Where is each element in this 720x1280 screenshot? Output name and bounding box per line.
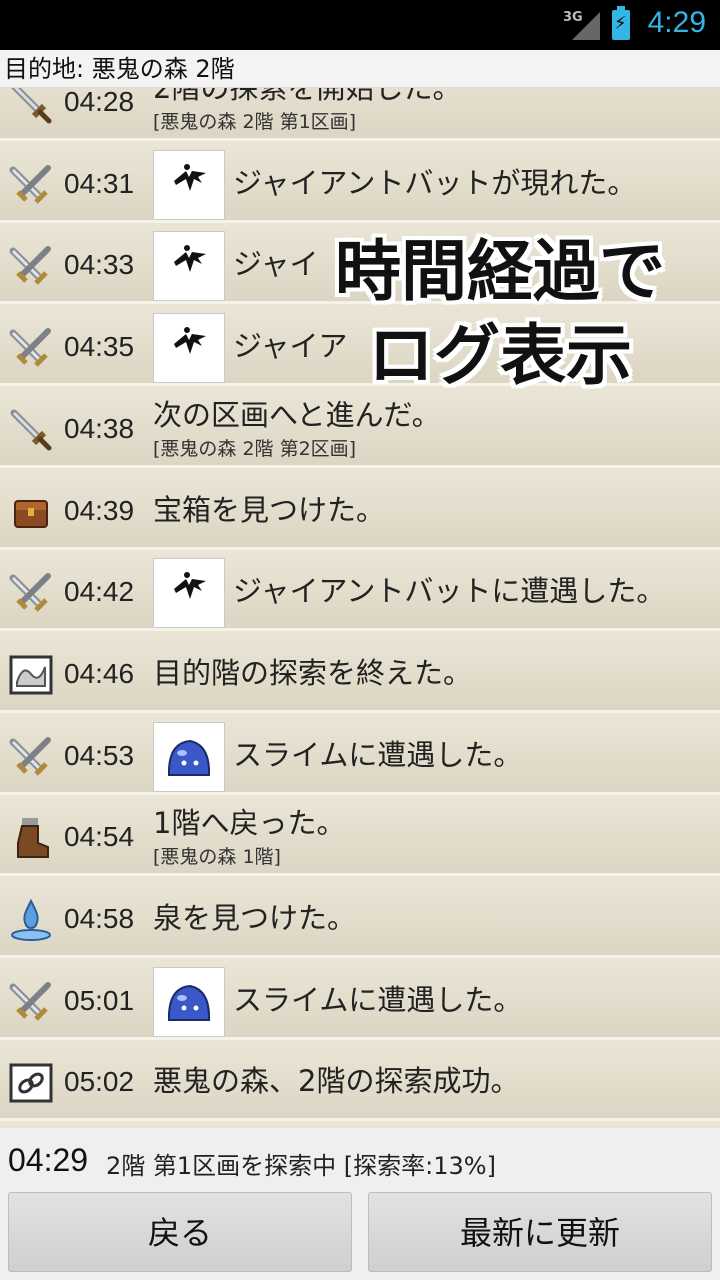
log-message: 次の区画へと進んだ。	[153, 398, 441, 432]
log-time: 04:38	[64, 413, 135, 444]
log-entry: 04:38 次の区画へと進んだ。 [悪鬼の森 2階 第2区画]	[0, 389, 720, 468]
log-location: [悪鬼の森 2階 第1区画]	[153, 111, 357, 133]
log-message: 目的階の探索を終えた。	[153, 656, 473, 690]
charging-battery-icon: ⚡	[612, 6, 630, 40]
log-time: 04:28	[64, 88, 135, 117]
map-icon	[8, 652, 54, 698]
battle-icon	[8, 570, 54, 616]
log-location: [悪鬼の森 1階]	[153, 846, 281, 868]
footer-bar: 04:29 2階 第1区画を探索中 [探索率:13%] 戻る 最新に更新	[0, 1128, 720, 1280]
footer-time: 04:29	[8, 1142, 89, 1178]
log-message: 宝箱を見つけた。	[153, 493, 386, 527]
log-time: 05:01	[64, 985, 135, 1016]
log-entry: 04:54 1階へ戻った。 [悪鬼の森 1階]	[0, 797, 720, 876]
sword-icon	[8, 407, 54, 453]
log-time: 05:02	[64, 1066, 135, 1097]
log-message: ジャイアントバットに遭遇した。	[233, 574, 666, 608]
log-entry: 04:31 ジャイアントバットが現れた。	[0, 144, 720, 223]
fountain-icon	[8, 897, 54, 943]
log-message: 1階へ戻った。	[153, 806, 346, 840]
log-entry: 04:53 スライムに遭遇した。	[0, 716, 720, 795]
slime-icon	[153, 967, 225, 1037]
battle-icon	[8, 162, 54, 208]
log-entry: 04:42 ジャイアントバットに遭遇した。	[0, 552, 720, 631]
status-bar: 3G ⚡ 4:29	[0, 0, 720, 50]
log-time: 04:46	[64, 658, 135, 689]
sword-icon	[8, 88, 54, 126]
overlay-line-1: 時間経過で	[335, 233, 665, 310]
log-entry: 05:02 悪鬼の森、2階の探索成功。	[0, 1042, 720, 1121]
log-time: 04:31	[64, 168, 135, 199]
boot-icon	[8, 815, 54, 861]
chain-icon	[8, 1060, 54, 1106]
log-time: 04:53	[64, 740, 135, 771]
log-entry: 04:58 泉を見つけた。	[0, 879, 720, 958]
destination-header: 目的地: 悪鬼の森 2階	[0, 50, 720, 88]
slime-icon	[153, 722, 225, 792]
log-time: 04:42	[64, 576, 135, 607]
refresh-button[interactable]: 最新に更新	[368, 1192, 712, 1272]
back-button[interactable]: 戻る	[8, 1192, 352, 1272]
battle-icon	[8, 979, 54, 1025]
log-message: スライムに遭遇した。	[233, 983, 523, 1017]
log-time: 04:54	[64, 821, 135, 852]
log-entry: 04:28 2階の探索を開始した。 [悪鬼の森 2階 第1区画]	[0, 88, 720, 141]
log-entry: 04:46 目的階の探索を終えた。	[0, 634, 720, 713]
log-entry: 05:01 スライムに遭遇した。	[0, 961, 720, 1040]
status-clock: 4:29	[647, 6, 706, 39]
chest-icon	[8, 489, 54, 535]
bat-icon	[153, 313, 225, 383]
battle-icon	[8, 734, 54, 780]
bat-icon	[153, 150, 225, 220]
log-time: 04:35	[64, 331, 135, 362]
log-message: 悪鬼の森、2階の探索成功。	[153, 1064, 520, 1098]
promo-overlay-text: 時間経過で ログ表示	[300, 230, 700, 398]
log-message: 2階の探索を開始した。	[153, 88, 462, 105]
log-time: 04:33	[64, 249, 135, 280]
log-location: [悪鬼の森 2階 第2区画]	[153, 438, 357, 460]
battle-icon	[8, 325, 54, 371]
exploration-status: 2階 第1区画を探索中 [探索率:13%]	[106, 1152, 496, 1180]
log-message: スライムに遭遇した。	[233, 738, 523, 772]
overlay-line-2: ログ表示	[368, 317, 632, 394]
bat-icon	[153, 558, 225, 628]
signal-icon	[572, 12, 600, 40]
battle-icon	[8, 243, 54, 289]
log-message: ジャイアントバットが現れた。	[233, 166, 637, 200]
log-message: 泉を見つけた。	[153, 901, 357, 935]
log-entry: 04:39 宝箱を見つけた。	[0, 471, 720, 550]
log-time: 04:39	[64, 495, 135, 526]
bat-icon	[153, 231, 225, 301]
log-time: 04:58	[64, 903, 135, 934]
